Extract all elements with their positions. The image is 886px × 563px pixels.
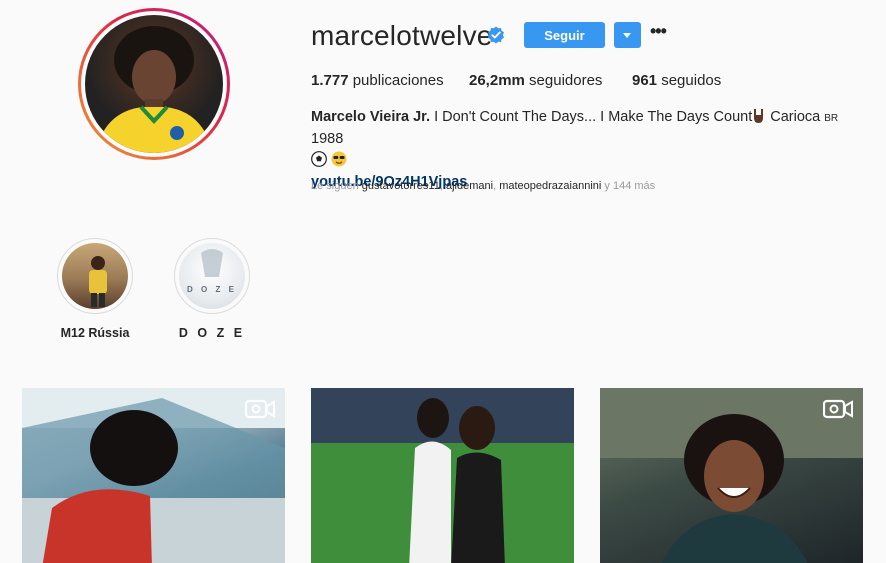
post-image — [311, 388, 574, 563]
highlight-label: M12 Rússia — [60, 326, 130, 340]
posts-label: publicaciones — [352, 72, 444, 89]
video-camera-icon — [823, 399, 853, 419]
stat-posts: 1.777 publicaciones — [311, 72, 444, 89]
profile-username: marcelotwelve — [311, 20, 493, 51]
bio-text: I Don't Count The Days... I Make The Day… — [434, 109, 753, 125]
full-name: Marcelo Vieira Jr. — [311, 109, 431, 125]
followed-by-prefix: Le siguen — [311, 180, 359, 192]
highlight-ring: D O Z E — [174, 238, 250, 314]
highlight-cover-illustration — [201, 249, 223, 277]
avatar-illustration — [95, 26, 213, 153]
followers-count: 26,2mm — [469, 72, 525, 89]
sunglasses-face-icon — [331, 151, 347, 167]
follow-button[interactable]: Seguir — [524, 22, 605, 48]
verified-badge-icon — [488, 26, 504, 44]
suggested-dropdown-button[interactable] — [614, 22, 641, 48]
chevron-down-icon — [623, 33, 631, 38]
more-options-icon[interactable]: ••• — [650, 22, 668, 44]
bio-year: 1988 — [311, 131, 344, 147]
highlight-m12-russia[interactable]: M12 Rússia — [50, 238, 140, 340]
soccer-ball-icon — [311, 151, 327, 167]
highlight-cover-text: D O Z E — [187, 285, 237, 294]
followed-by-suffix: y 144 más — [604, 180, 656, 192]
followers-label: seguidores — [529, 72, 603, 89]
flag-letters: BR — [824, 113, 839, 124]
highlight-cover: D O Z E — [179, 243, 245, 309]
posts-count: 1.777 — [311, 72, 349, 89]
highlight-cover — [62, 243, 128, 309]
highlight-doze[interactable]: D O Z E D O Z E — [167, 238, 257, 340]
stat-followers[interactable]: 26,2mm seguidores — [469, 72, 602, 89]
highlight-ring — [57, 238, 133, 314]
followed-by[interactable]: Le siguen gustavotorres11, ajidemani, ma… — [311, 180, 655, 192]
highlight-cover-illustration — [89, 256, 107, 307]
follower-user[interactable]: gustavotorres11 — [362, 180, 440, 192]
post-thumbnail[interactable] — [600, 388, 863, 563]
profile-avatar[interactable] — [78, 8, 230, 160]
bio-hometown: Carioca — [770, 109, 821, 125]
follower-user[interactable]: mateopedrazaiannini — [499, 180, 601, 192]
avatar-photo — [85, 15, 223, 153]
horns-hand-icon — [754, 109, 764, 123]
following-label: seguidos — [661, 72, 722, 89]
avatar-inner — [81, 11, 227, 157]
post-thumbnail[interactable] — [22, 388, 285, 563]
follower-user[interactable]: ajidemani — [446, 180, 493, 192]
video-camera-icon — [245, 399, 275, 419]
post-thumbnail[interactable] — [311, 388, 574, 563]
stat-following[interactable]: 961 seguidos — [632, 72, 721, 89]
following-count: 961 — [632, 72, 658, 89]
highlight-label: D O Z E — [178, 326, 246, 340]
